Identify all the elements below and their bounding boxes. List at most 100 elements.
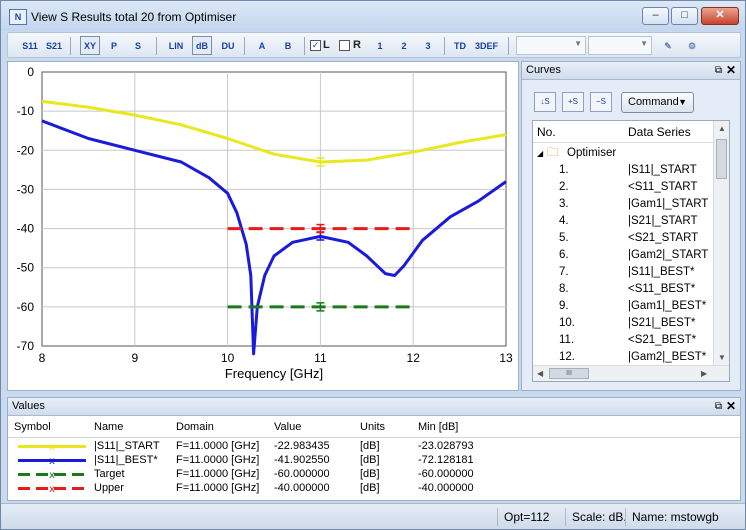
table-row[interactable]: x Upper F=11.0000 [GHz] -40.000000 [dB] -40.0…: [8, 482, 740, 495]
tree-row[interactable]: 9. |Gam1|_BEST*: [533, 298, 715, 315]
checkbox-l[interactable]: ✓: [310, 40, 321, 51]
scroll-left-icon[interactable]: ◀: [537, 369, 543, 378]
s-parameter-chart[interactable]: 8 9 10 11 12 13 0 -10 -20 -30 -40 -50 -60 -70 Frequenc…: [8, 62, 518, 390]
cell-domain: F=11.0000 [GHz]: [176, 482, 260, 494]
tree-header-no[interactable]: No.: [537, 121, 556, 143]
autoscale-button[interactable]: A: [252, 36, 272, 55]
tree-row-no: 6.: [559, 249, 569, 261]
scrollbar-thumb[interactable]: [716, 139, 727, 179]
tree-row-no: 5.: [559, 232, 569, 244]
minimize-button[interactable]: –: [642, 7, 669, 25]
tree-row[interactable]: 5. <S21_START: [533, 230, 715, 247]
time-domain-button[interactable]: TD: [450, 36, 470, 55]
status-opt: Opt=112: [497, 508, 549, 526]
plot-panel[interactable]: 8 9 10 11 12 13 0 -10 -20 -30 -40 -50 -60 -70 Frequenc…: [7, 61, 519, 391]
cell-domain: F=11.0000 [GHz]: [176, 468, 260, 480]
table-row[interactable]: x Target F=11.0000 [GHz] -60.000000 [dB] -60.…: [8, 468, 740, 481]
tree-row-series: |Gam2|_BEST*: [628, 351, 707, 363]
cell-units: [dB]: [360, 454, 380, 466]
toolbar-separator: [244, 37, 245, 55]
scrollbar-thumb[interactable]: III: [549, 368, 589, 379]
tree-row[interactable]: 10. |S21|_BEST*: [533, 315, 715, 332]
x-tick-label: 11: [314, 351, 327, 365]
s11-view-button[interactable]: S11: [20, 36, 40, 55]
cell-units: [dB]: [360, 482, 380, 494]
cell-units: [dB]: [360, 440, 380, 452]
remove-curves-button[interactable]: −S: [590, 92, 612, 112]
combo-box-2[interactable]: ▼: [588, 36, 652, 55]
tree-row[interactable]: 12. |Gam2|_BEST*: [533, 349, 715, 366]
tree-row[interactable]: 1. |S11|_START: [533, 162, 715, 179]
curves-panel: Curves ⧉ ✕ ↓S +S −S Command ▼ No. Data S…: [521, 61, 741, 391]
tree-header-series[interactable]: Data Series: [628, 121, 691, 143]
smith-chart-button[interactable]: S: [128, 36, 148, 55]
tree-row[interactable]: 7. |S11|_BEST*: [533, 264, 715, 281]
db-scale-button[interactable]: dB: [192, 36, 212, 55]
add-curves-button[interactable]: +S: [562, 92, 584, 112]
close-panel-icon[interactable]: ✕: [726, 398, 736, 415]
close-button[interactable]: ✕: [701, 7, 739, 25]
plot-area: [41, 71, 507, 347]
title-bar[interactable]: N View S Results total 20 from Optimiser…: [1, 1, 745, 31]
xy-plot-button[interactable]: XY: [80, 36, 100, 55]
header-symbol[interactable]: Symbol: [14, 418, 51, 437]
header-units[interactable]: Units: [360, 418, 385, 437]
checkbox-r-label: R: [353, 39, 361, 51]
cell-domain: F=11.0000 [GHz]: [176, 440, 260, 452]
pencil-icon[interactable]: ✎: [658, 36, 678, 55]
tree-row[interactable]: 3. |Gam1|_START: [533, 196, 715, 213]
header-domain[interactable]: Domain: [176, 418, 214, 437]
pin-icon[interactable]: ⧉: [715, 398, 722, 415]
cell-min: -23.028793: [418, 440, 474, 452]
marker-1-button[interactable]: 1: [370, 36, 390, 55]
chevron-down-icon: ▼: [678, 97, 687, 107]
tree-row-no: 3.: [559, 198, 569, 210]
curves-panel-title: Curves: [526, 64, 561, 76]
tree-row[interactable]: 4. |S21|_START: [533, 213, 715, 230]
marker-2-button[interactable]: 2: [394, 36, 414, 55]
tree-vertical-scrollbar[interactable]: ▲ ▼: [713, 121, 729, 367]
table-row[interactable]: x |S11|_START F=11.0000 [GHz] -22.983435 [dB…: [8, 440, 740, 453]
values-panel-title: Values: [12, 400, 45, 412]
scroll-down-icon[interactable]: ▼: [718, 353, 726, 362]
zoom-fit-button[interactable]: B: [278, 36, 298, 55]
collapse-icon[interactable]: ◢: [537, 145, 543, 162]
cell-min: -60.000000: [418, 468, 474, 480]
tree-row-no: 4.: [559, 215, 569, 227]
sort-curves-button[interactable]: ↓S: [534, 92, 556, 112]
tree-row[interactable]: 11. <S21_BEST*: [533, 332, 715, 349]
tree-horizontal-scrollbar[interactable]: ◀ III ▶: [533, 365, 729, 381]
table-row[interactable]: x |S11|_BEST* F=11.0000 [GHz] -41.902550 [dB…: [8, 454, 740, 467]
3d-default-button[interactable]: 3DEF: [474, 36, 498, 55]
scroll-right-icon[interactable]: ▶: [701, 369, 707, 378]
du-scale-button[interactable]: DU: [218, 36, 238, 55]
curves-tree[interactable]: No. Data Series ◢ 🗀 Optimiser 1. |S11|_ST…: [532, 120, 730, 382]
tree-row[interactable]: 8. <S11_BEST*: [533, 281, 715, 298]
toolbar-separator: [508, 37, 509, 55]
curves-panel-header: Curves ⧉ ✕: [522, 62, 740, 80]
tree-row[interactable]: 6. |Gam2|_START: [533, 247, 715, 264]
pin-icon[interactable]: ⧉: [715, 62, 722, 79]
tree-row-series: |S21|_BEST*: [628, 317, 696, 329]
edit-settings-icon[interactable]: ⚙: [682, 36, 702, 55]
y-tick-label: -60: [17, 300, 35, 314]
command-dropdown-button[interactable]: Command ▼: [621, 92, 694, 113]
scroll-up-icon[interactable]: ▲: [718, 124, 726, 133]
tree-group-optimiser[interactable]: ◢ 🗀 Optimiser: [533, 145, 715, 162]
tree-row-no: 12.: [559, 351, 575, 363]
linear-scale-button[interactable]: LIN: [166, 36, 186, 55]
y-tick-label: -20: [17, 143, 35, 157]
marker-3-button[interactable]: 3: [418, 36, 438, 55]
polar-plot-button[interactable]: P: [104, 36, 124, 55]
header-min[interactable]: Min [dB]: [418, 418, 458, 437]
header-value[interactable]: Value: [274, 418, 301, 437]
tree-row-series: <S21_BEST*: [628, 334, 697, 346]
combo-box-1[interactable]: ▼: [516, 36, 586, 55]
close-panel-icon[interactable]: ✕: [726, 62, 736, 79]
checkbox-r[interactable]: [339, 40, 350, 51]
values-panel: Values ⧉ ✕ Symbol Name Domain Value Unit…: [7, 397, 741, 501]
maximize-button[interactable]: □: [671, 7, 698, 25]
s21-view-button[interactable]: S21: [44, 36, 64, 55]
tree-row[interactable]: 2. <S11_START: [533, 179, 715, 196]
header-name[interactable]: Name: [94, 418, 123, 437]
